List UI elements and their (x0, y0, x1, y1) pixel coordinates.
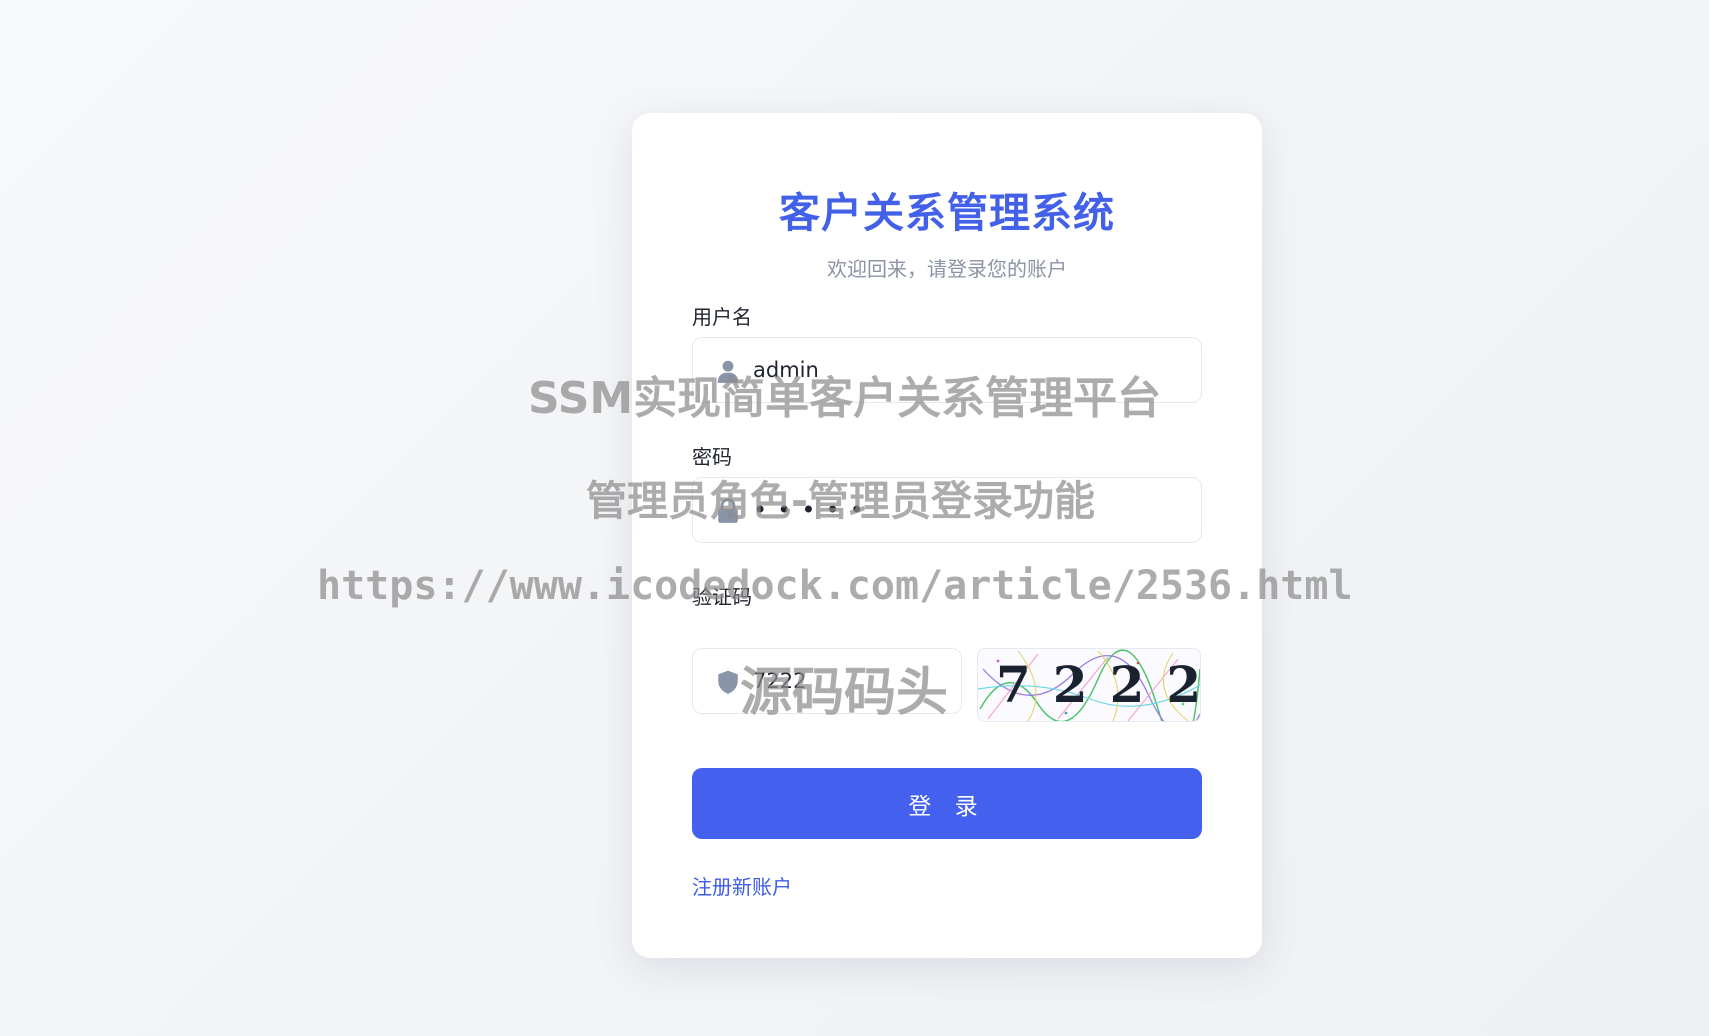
password-input[interactable] (753, 478, 1183, 542)
user-icon (717, 360, 739, 383)
captcha-label: 验证码 (692, 585, 752, 609)
password-field[interactable] (692, 477, 1202, 543)
lock-icon (718, 498, 738, 523)
page-subtitle: 欢迎回来，请登录您的账户 (827, 257, 1067, 281)
username-input[interactable] (753, 338, 1183, 402)
password-label: 密码 (692, 445, 732, 469)
register-link[interactable]: 注册新账户 (692, 871, 792, 900)
shield-icon (718, 670, 738, 694)
captcha-image[interactable]: 7222 (977, 648, 1201, 722)
captcha-input[interactable] (753, 649, 953, 713)
username-label: 用户名 (692, 305, 752, 329)
page-title: 客户关系管理系统 (779, 189, 1115, 237)
login-button[interactable]: 登 录 (692, 768, 1202, 839)
username-field[interactable] (692, 337, 1202, 403)
captcha-text: 7222 (996, 655, 1201, 714)
login-card: 客户关系管理系统 欢迎回来，请登录您的账户 用户名 密码 验证码 (632, 113, 1262, 958)
captcha-field[interactable] (692, 648, 962, 714)
